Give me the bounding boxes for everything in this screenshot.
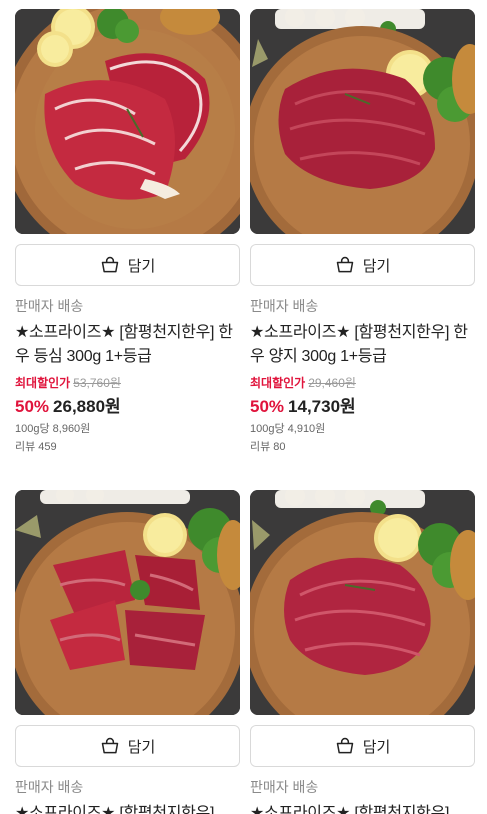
max-discount-row: 최대할인가 29,460원: [250, 375, 475, 391]
sale-price-row: 50% 26,880원: [15, 395, 240, 419]
review-count: 리뷰 80: [250, 441, 286, 453]
beef-chunks-image: [15, 490, 240, 715]
brisket-image: [250, 9, 475, 234]
product-card[interactable]: 담기 판매자 배송 ★소프라이즈★ [함평천지한우] 한우 등심 300g 1+…: [15, 9, 240, 455]
add-to-cart-button[interactable]: 담기: [15, 725, 240, 767]
product-title[interactable]: ★소프라이즈★ [함평천지한우]: [15, 802, 240, 814]
original-price: 29,460원: [308, 376, 356, 390]
review-count: 리뷰 459: [15, 441, 57, 453]
beef-block-image: [250, 490, 475, 715]
add-to-cart-label: 담기: [362, 738, 391, 756]
original-price: 53,760원: [73, 376, 121, 390]
discount-percent: 50%: [15, 397, 50, 416]
product-card[interactable]: 담기 판매자 배송 ★소프라이즈★ [함평천지한우]: [250, 490, 475, 814]
basket-icon: [336, 737, 353, 754]
product-image[interactable]: [250, 490, 475, 715]
seller-type: 판매자 배송: [250, 298, 319, 314]
add-to-cart-button[interactable]: 담기: [15, 244, 240, 286]
add-to-cart-label: 담기: [127, 257, 156, 275]
product-image[interactable]: [250, 9, 475, 234]
discount-percent: 50%: [250, 397, 285, 416]
seller-type: 판매자 배송: [15, 298, 84, 314]
max-discount-label: 최대할인가: [15, 376, 71, 390]
unit-price: 100g당 4,910원: [250, 423, 326, 435]
seller-type: 판매자 배송: [250, 779, 319, 795]
seller-type: 판매자 배송: [15, 779, 84, 795]
product-image[interactable]: [15, 490, 240, 715]
add-to-cart-button[interactable]: 담기: [250, 725, 475, 767]
product-image[interactable]: [15, 9, 240, 234]
basket-icon: [336, 256, 353, 273]
steak-image: [15, 9, 240, 234]
add-to-cart-button[interactable]: 담기: [250, 244, 475, 286]
final-price: 14,730원: [288, 397, 356, 416]
max-discount-label: 최대할인가: [250, 376, 306, 390]
unit-price: 100g당 8,960원: [15, 423, 91, 435]
product-title[interactable]: ★소프라이즈★ [함평천지한우]: [250, 802, 475, 814]
add-to-cart-label: 담기: [362, 257, 391, 275]
sale-price-row: 50% 14,730원: [250, 395, 475, 419]
add-to-cart-label: 담기: [127, 738, 156, 756]
product-card[interactable]: 담기 판매자 배송 ★소프라이즈★ [함평천지한우] 한우 양지 300g 1+…: [250, 9, 475, 455]
product-title[interactable]: ★소프라이즈★ [함평천지한우] 한우 양지 300g 1+등급: [250, 321, 475, 369]
final-price: 26,880원: [53, 397, 121, 416]
basket-icon: [101, 737, 118, 754]
max-discount-row: 최대할인가 53,760원: [15, 375, 240, 391]
product-card[interactable]: 담기 판매자 배송 ★소프라이즈★ [함평천지한우]: [15, 490, 240, 814]
basket-icon: [101, 256, 118, 273]
product-title[interactable]: ★소프라이즈★ [함평천지한우] 한우 등심 300g 1+등급: [15, 321, 240, 369]
